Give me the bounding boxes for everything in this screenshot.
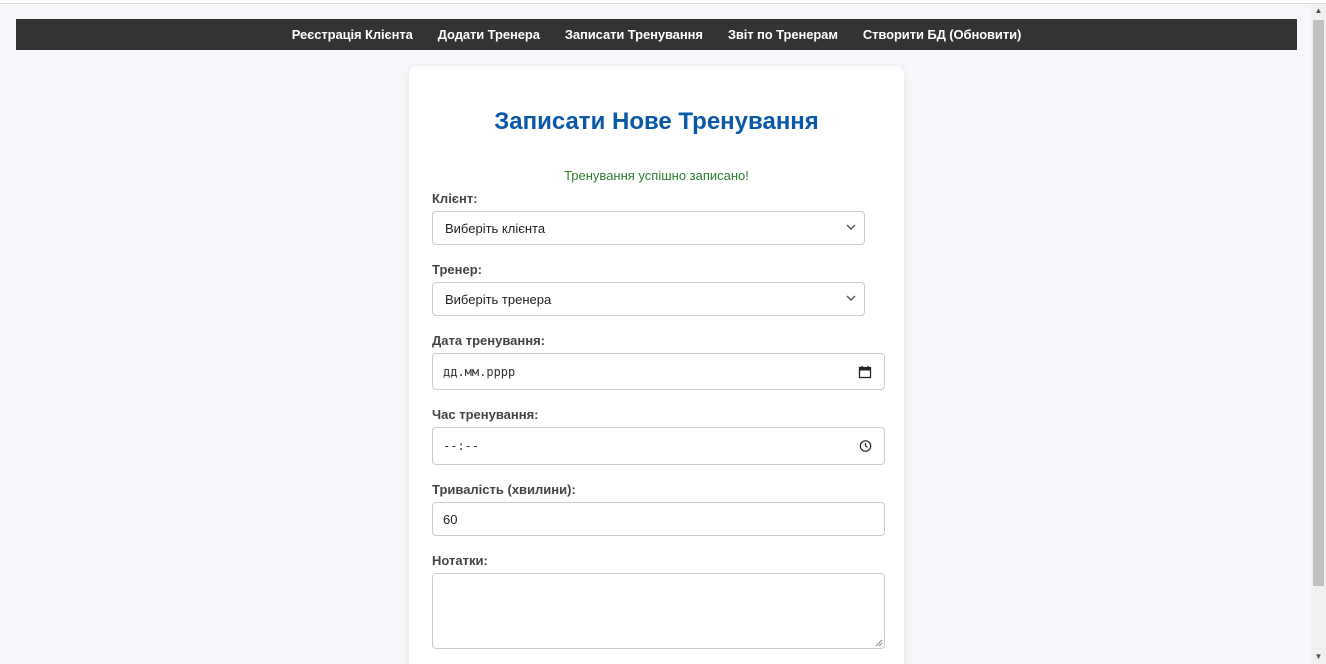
trainer-label: Тренер: <box>432 262 482 277</box>
client-select-value: Виберіть клієнта <box>445 220 546 236</box>
nav-trainer-report[interactable]: Звіт по Тренерам <box>728 27 838 42</box>
page-title: Записати Нове Тренування <box>494 108 819 135</box>
chevron-down-icon <box>846 295 856 301</box>
client-label: Клієнт: <box>432 191 478 206</box>
calendar-icon[interactable] <box>858 365 872 379</box>
browser-top-edge <box>0 0 1326 4</box>
success-message: Тренування успішно записано! <box>564 168 749 183</box>
scroll-down-arrow-icon[interactable]: ▼ <box>1311 650 1326 664</box>
training-form-card: Записати Нове Тренування Тренування успі… <box>409 66 904 664</box>
notes-label: Нотатки: <box>432 553 488 568</box>
time-input[interactable]: --:-- <box>432 427 885 465</box>
scrollbar-thumb[interactable] <box>1313 20 1324 586</box>
date-placeholder: дд.мм.рррр <box>443 364 516 379</box>
main-navbar: Реєстрація Клієнта Додати Тренера Записа… <box>16 19 1297 50</box>
resize-grip-icon[interactable] <box>874 638 883 647</box>
time-label: Час тренування: <box>432 407 539 422</box>
trainer-select-value: Виберіть тренера <box>445 291 552 307</box>
vertical-scrollbar[interactable]: ▲ ▼ <box>1311 4 1326 664</box>
notes-textarea[interactable] <box>432 573 885 649</box>
nav-add-trainer[interactable]: Додати Тренера <box>438 27 540 42</box>
scroll-up-arrow-icon[interactable]: ▲ <box>1311 4 1326 18</box>
date-label: Дата тренування: <box>432 333 545 348</box>
duration-value: 60 <box>443 511 458 527</box>
duration-input[interactable]: 60 <box>432 502 885 536</box>
trainer-select[interactable]: Виберіть тренера <box>432 282 865 316</box>
nav-create-db[interactable]: Створити БД (Обновити) <box>863 27 1021 42</box>
chevron-down-icon <box>846 224 856 230</box>
client-select[interactable]: Виберіть клієнта <box>432 211 865 245</box>
time-placeholder: --:-- <box>443 439 480 453</box>
nav-record-training[interactable]: Записати Тренування <box>565 27 703 42</box>
date-input[interactable]: дд.мм.рррр <box>432 353 885 390</box>
nav-client-registration[interactable]: Реєстрація Клієнта <box>292 27 413 42</box>
duration-label: Тривалість (хвилини): <box>432 482 576 497</box>
clock-icon[interactable] <box>859 440 872 453</box>
